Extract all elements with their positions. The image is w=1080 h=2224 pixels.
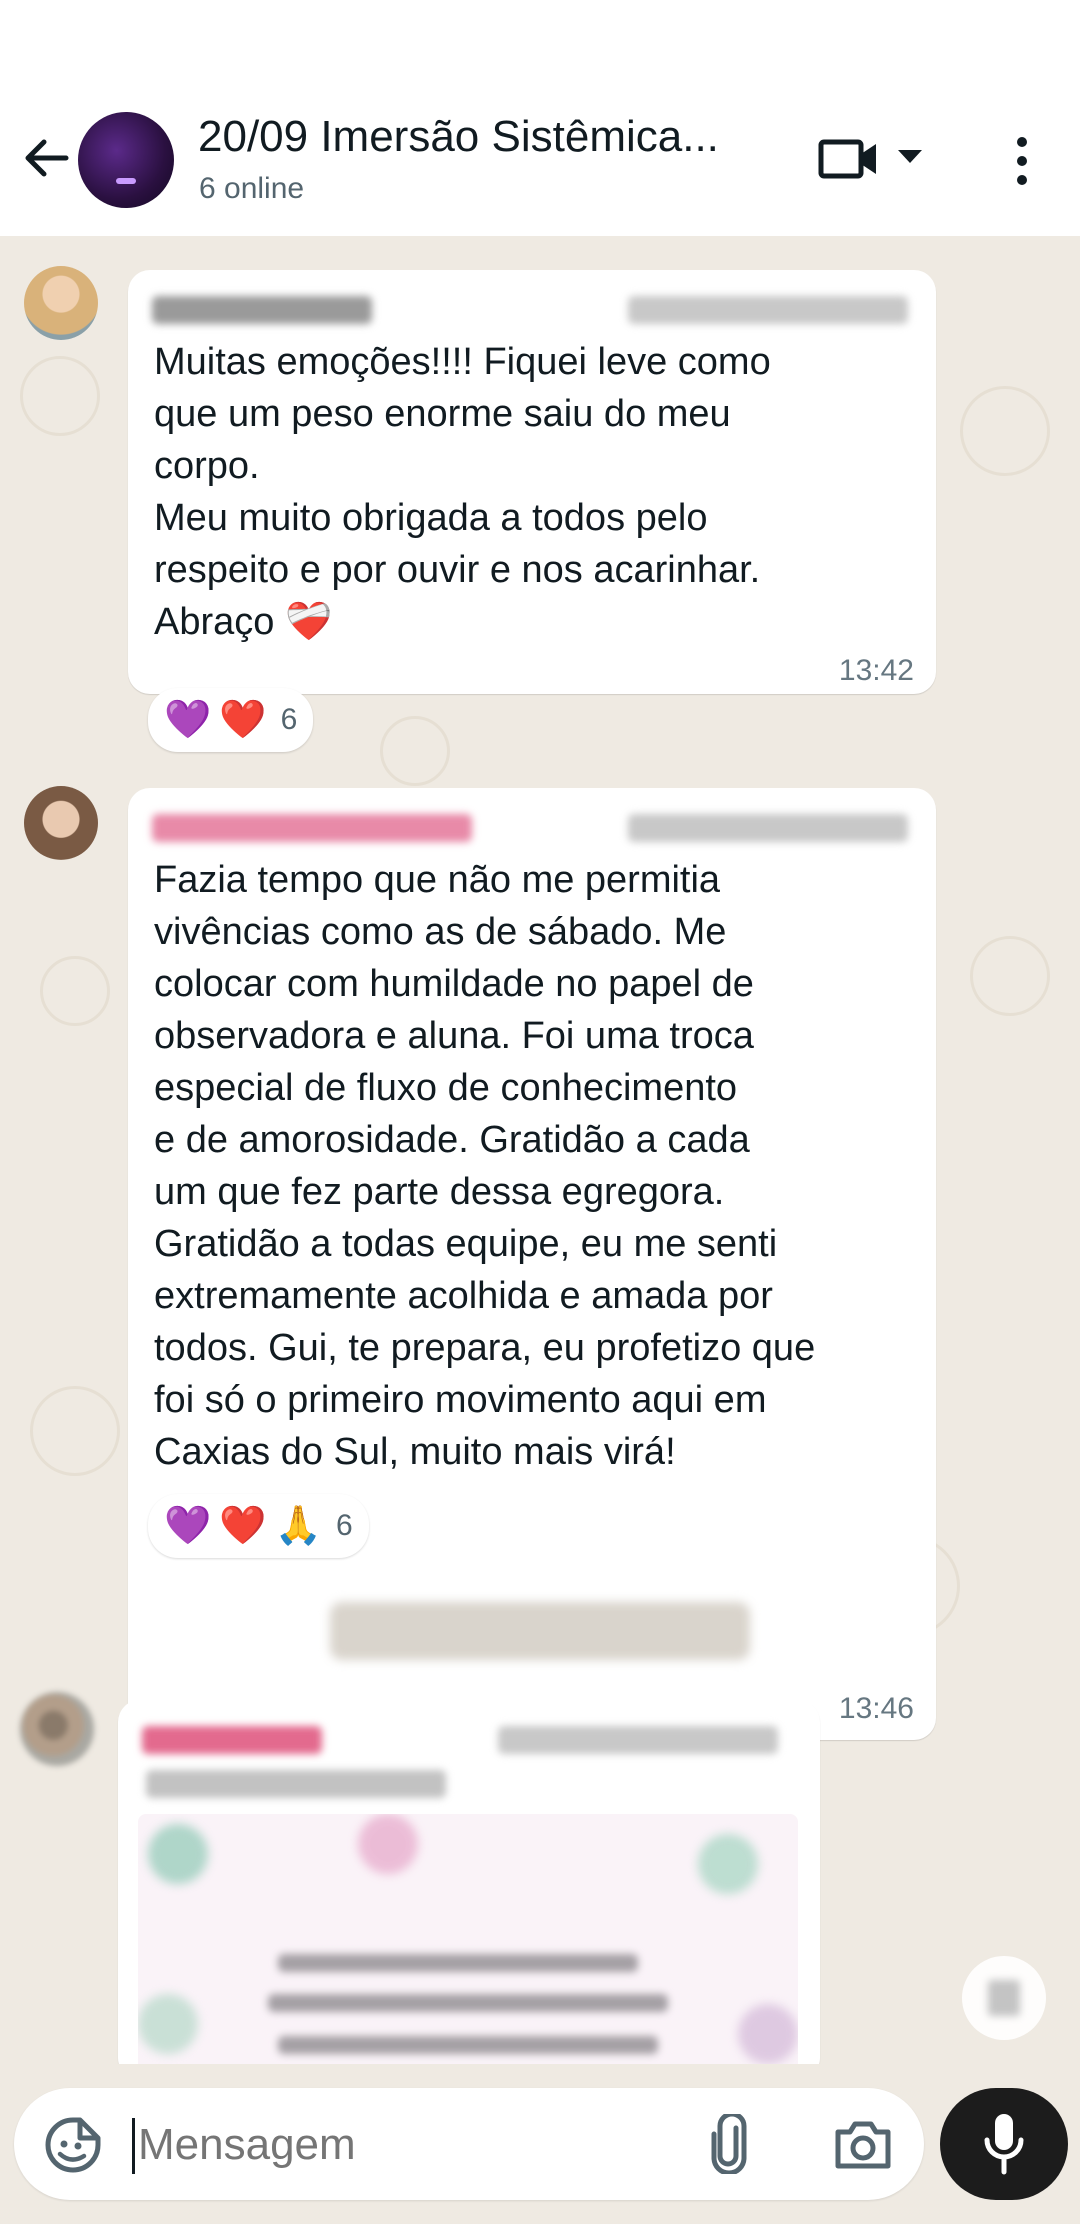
group-avatar[interactable] [78,112,174,208]
image-text-redacted [278,1954,638,1972]
red-heart-reaction: ❤️ [219,1505,267,1547]
wallpaper-doodle [40,956,110,1026]
chat-header: 20/09 Imersão Sistêmica... 6 online [0,0,1080,236]
purple-heart-reaction: 💜 [164,1505,212,1547]
sticker-icon[interactable] [44,2116,102,2174]
message-reactions[interactable]: 💜 ❤️ 6 [148,688,314,752]
sender-avatar[interactable] [24,786,98,860]
image-attachment[interactable] [138,1814,798,2064]
image-text-redacted [268,1994,668,2012]
message-bubble[interactable]: Fazia tempo que não me permitia vivência… [128,788,936,1740]
camera-icon[interactable] [832,2118,894,2172]
image-blur-decoration [358,1814,418,1874]
online-status: 6 online [199,172,305,205]
reaction-count: 6 [335,1509,353,1542]
message-input[interactable] [138,2120,698,2170]
wallpaper-doodle [30,1386,120,1476]
sender-phone-redacted [498,1726,778,1754]
sender-name-redacted[interactable] [152,814,472,842]
image-blur-decoration [738,2004,798,2064]
image-text-redacted [278,2036,658,2054]
date-divider-redacted [330,1602,750,1660]
wallpaper-doodle [20,356,100,436]
microphone-icon [984,2114,1024,2175]
message-bubble[interactable] [118,1700,820,2064]
message-time: 13:42 [838,654,914,687]
red-heart-reaction: ❤️ [219,699,267,741]
kebab-menu-icon[interactable] [1004,134,1040,188]
wallpaper-doodle [960,386,1050,476]
forwarded-label-redacted [146,1770,446,1798]
message-bubble[interactable]: Muitas emoções!!!! Fiquei leve como que … [128,270,936,694]
image-blur-decoration [148,1824,208,1884]
purple-heart-reaction: 💜 [164,699,212,741]
sender-name-redacted[interactable] [152,296,372,324]
text-cursor [132,2118,135,2174]
image-blur-decoration [138,1994,198,2054]
reaction-count: 6 [280,703,298,736]
chat-area[interactable]: Muitas emoções!!!! Fiquei leve como que … [0,236,1080,2064]
voice-message-button[interactable] [940,2088,1068,2200]
group-title[interactable]: 20/09 Imersão Sistêmica... [198,112,719,162]
redacted-icon [988,1980,1020,2016]
praying-hands-reaction: 🙏 [274,1505,322,1547]
wallpaper-doodle [380,716,450,786]
sender-name-redacted[interactable] [142,1726,322,1754]
composer [0,2064,1080,2224]
image-blur-decoration [698,1834,758,1894]
message-time: 13:46 [838,1692,914,1725]
paperclip-icon[interactable] [702,2114,756,2174]
sender-avatar[interactable] [20,1692,94,1766]
sender-phone-redacted [628,296,908,324]
message-text: Muitas emoções!!!! Fiquei leve como que … [154,341,771,643]
arrow-left-icon[interactable] [18,130,74,186]
video-call-icon[interactable] [818,136,880,182]
message-text: Fazia tempo que não me permitia vivência… [154,859,816,1473]
sender-phone-redacted [628,814,908,842]
wallpaper-doodle [970,936,1050,1016]
sender-avatar[interactable] [24,266,98,340]
message-reactions[interactable]: 💜 ❤️ 🙏 6 [148,1494,369,1558]
scroll-to-bottom-button[interactable] [962,1956,1046,2040]
message-input-bar[interactable] [14,2088,924,2200]
chevron-down-icon[interactable] [898,150,922,163]
